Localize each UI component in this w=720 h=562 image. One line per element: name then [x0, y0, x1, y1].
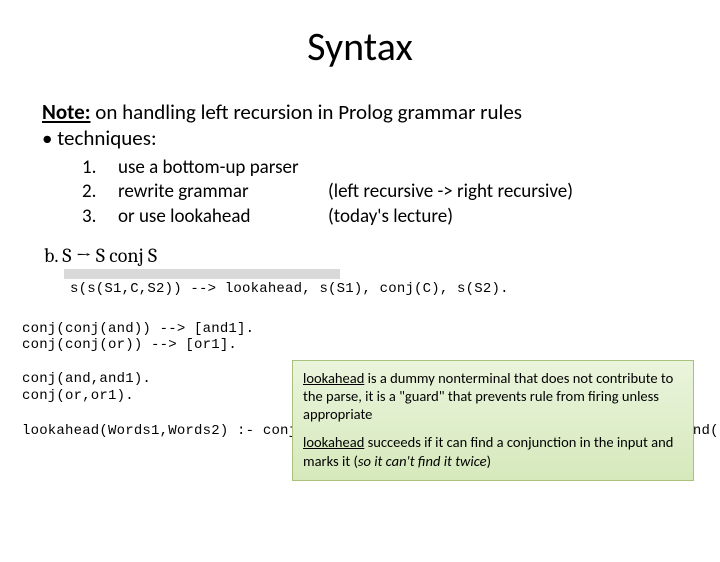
slide-title: Syntax — [0, 22, 720, 71]
callout-italic: so it can't find it twice — [358, 452, 487, 470]
callout-term: lookahead — [303, 433, 364, 451]
list-comment — [328, 156, 678, 181]
list-text: rewrite grammar — [118, 180, 328, 205]
list-comment: (left recursive -> right recursive) — [328, 180, 678, 205]
callout-p2: lookahead succeeds if it can find a conj… — [303, 433, 683, 469]
code-rule-s: s(s(S1,C,S2)) --> lookahead, s(S1), conj… — [70, 281, 720, 297]
list-text: use a bottom-up parser — [118, 156, 328, 181]
grey-bar — [64, 269, 340, 279]
list-item: 3. or use lookahead (today's lecture) — [82, 205, 678, 230]
callout-box: lookahead is a dummy nonterminal that do… — [292, 360, 694, 481]
note-text: on handling left recursion in Prolog gra… — [91, 99, 522, 125]
list-item: 2. rewrite grammar (left recursive -> ri… — [82, 180, 678, 205]
grammar-rule-b: b. S → S conj S — [44, 244, 720, 267]
callout-p1: lookahead is a dummy nonterminal that do… — [303, 369, 683, 423]
list-number: 3. — [82, 205, 118, 230]
callout-term: lookahead — [303, 369, 364, 387]
list-item: 1. use a bottom-up parser — [82, 156, 678, 181]
list-number: 1. — [82, 156, 118, 181]
list-text: or use lookahead — [118, 205, 328, 230]
note-line: Note: on handling left recursion in Prol… — [42, 99, 678, 125]
list-number: 2. — [82, 180, 118, 205]
techniques-list: 1. use a bottom-up parser 2. rewrite gra… — [82, 156, 678, 230]
note-label: Note: — [42, 99, 91, 125]
callout-text: ) — [487, 452, 491, 470]
content-area: Note: on handling left recursion in Prol… — [0, 99, 720, 230]
rule-b-text: b. S → S conj S — [44, 244, 157, 267]
list-comment: (today's lecture) — [328, 205, 678, 230]
bullet-techniques: techniques: — [42, 125, 678, 151]
